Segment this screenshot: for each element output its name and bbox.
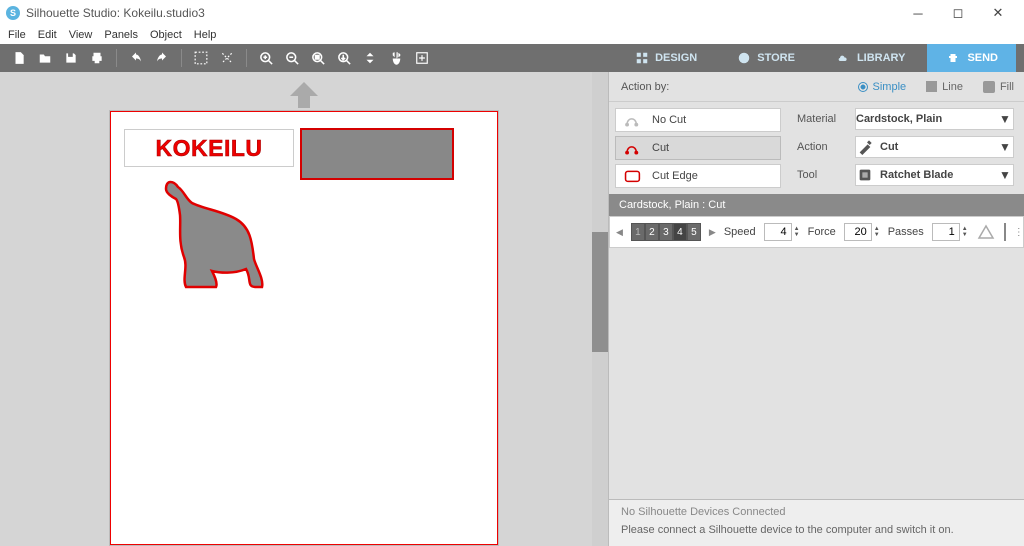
more-icon[interactable]: ⋮ [1014, 227, 1024, 238]
arrow-right-icon[interactable]: ▶ [709, 227, 716, 238]
chevron-down-icon: ▼ [999, 112, 1013, 126]
subtab-line[interactable]: Line [916, 72, 973, 102]
text-object-kokeilu[interactable]: KOKEILU [124, 129, 294, 167]
menu-edit[interactable]: Edit [38, 29, 57, 41]
title-bar: S Silhouette Studio: Kokeilu.studio3 ─ ◻… [0, 0, 1024, 26]
zoom-in-icon[interactable] [255, 47, 277, 69]
chevron-down-icon: ▼ [999, 140, 1013, 154]
cut-edge-icon [624, 167, 644, 185]
dog-shape-object[interactable] [156, 179, 266, 294]
arrow-left-icon[interactable]: ◀ [616, 227, 623, 238]
cut-label: Cut [652, 142, 669, 154]
menu-panels[interactable]: Panels [104, 29, 138, 41]
open-file-icon[interactable] [34, 47, 56, 69]
close-button[interactable]: ✕ [978, 0, 1018, 26]
toolbar: DESIGN STORE LIBRARY SEND [0, 44, 1024, 72]
tab-design[interactable]: DESIGN [617, 44, 715, 72]
tab-store[interactable]: STORE [719, 44, 813, 72]
tab-library-label: LIBRARY [857, 52, 905, 64]
ratchet-icon [856, 166, 874, 184]
design-page[interactable]: KOKEILU [109, 110, 499, 546]
action-by-label: Action by: [609, 81, 848, 93]
fit-window-icon[interactable] [411, 47, 433, 69]
menu-object[interactable]: Object [150, 29, 182, 41]
chevron-down-icon: ▼ [999, 168, 1013, 182]
send-panel: Action by: Simple Line Fill No Cut Cut C… [608, 72, 1024, 546]
cut-edge-label: Cut Edge [652, 170, 698, 182]
subtab-simple[interactable]: Simple [848, 72, 917, 102]
menu-help[interactable]: Help [194, 29, 217, 41]
select-all-icon[interactable] [190, 47, 212, 69]
subtab-fill[interactable]: Fill [973, 72, 1024, 102]
zoom-drag-icon[interactable] [333, 47, 355, 69]
material-label: Material [797, 113, 855, 125]
blade-depth-indicator[interactable]: 12345 [631, 223, 701, 241]
tab-send[interactable]: SEND [927, 44, 1016, 72]
action-dropdown[interactable]: Cut ▼ [855, 136, 1014, 158]
force-input[interactable]: ▲▼ [844, 223, 880, 241]
status-area: No Silhouette Devices Connected Please c… [609, 499, 1024, 546]
tab-library[interactable]: LIBRARY [817, 44, 923, 72]
fill-icon [983, 81, 995, 93]
cut-settings-bar: Cardstock, Plain : Cut [609, 194, 1024, 216]
material-dropdown[interactable]: Cardstock, Plain ▼ [855, 108, 1014, 130]
status-line2: Please connect a Silhouette device to th… [621, 524, 1012, 536]
line-icon [926, 81, 937, 92]
blade-icon [856, 138, 874, 156]
material-value: Cardstock, Plain [856, 113, 993, 125]
force-label: Force [808, 226, 836, 238]
option-cut-edge[interactable]: Cut Edge [615, 164, 781, 188]
app-logo-icon: S [6, 6, 20, 20]
option-cut[interactable]: Cut [615, 136, 781, 160]
option-no-cut[interactable]: No Cut [615, 108, 781, 132]
zoom-out-icon[interactable] [281, 47, 303, 69]
vertical-scrollbar[interactable] [592, 72, 608, 546]
radio-icon [858, 82, 868, 92]
tool-label: Tool [797, 169, 855, 181]
no-cut-label: No Cut [652, 114, 686, 126]
tab-store-label: STORE [757, 52, 795, 64]
page-up-arrow-icon [286, 82, 322, 111]
action-label: Action [797, 141, 855, 153]
speed-label: Speed [724, 226, 756, 238]
tool-value: Ratchet Blade [880, 169, 993, 181]
rectangle-object[interactable] [300, 128, 454, 180]
maximize-button[interactable]: ◻ [938, 0, 978, 26]
deselect-icon[interactable] [216, 47, 238, 69]
menu-bar: File Edit View Panels Object Help [0, 26, 1024, 44]
scrollbar-thumb[interactable] [592, 232, 608, 352]
passes-label: Passes [888, 226, 924, 238]
line-segment-toggle[interactable] [1004, 223, 1006, 241]
action-value: Cut [880, 141, 993, 153]
canvas-area[interactable]: KOKEILU [0, 72, 608, 546]
window-title: Silhouette Studio: Kokeilu.studio3 [26, 6, 205, 20]
pan-icon[interactable] [385, 47, 407, 69]
tab-design-label: DESIGN [655, 52, 697, 64]
overcut-icon[interactable] [976, 223, 996, 241]
speed-input[interactable]: ▲▼ [764, 223, 800, 241]
menu-file[interactable]: File [8, 29, 26, 41]
tool-dropdown[interactable]: Ratchet Blade ▼ [855, 164, 1014, 186]
no-cut-icon [624, 111, 644, 129]
fit-page-icon[interactable] [359, 47, 381, 69]
cut-icon [624, 139, 644, 157]
menu-view[interactable]: View [69, 29, 93, 41]
minimize-button[interactable]: ─ [898, 0, 938, 26]
status-line1: No Silhouette Devices Connected [621, 506, 1012, 518]
tab-send-label: SEND [967, 52, 998, 64]
redo-icon[interactable] [151, 47, 173, 69]
passes-input[interactable]: ▲▼ [932, 223, 968, 241]
undo-icon[interactable] [125, 47, 147, 69]
save-icon[interactable] [60, 47, 82, 69]
cut-params: ◀ 12345 ▶ Speed ▲▼ Force ▲▼ Passes ▲▼ ⋮ [609, 216, 1024, 248]
new-file-icon[interactable] [8, 47, 30, 69]
zoom-selection-icon[interactable] [307, 47, 329, 69]
print-icon[interactable] [86, 47, 108, 69]
